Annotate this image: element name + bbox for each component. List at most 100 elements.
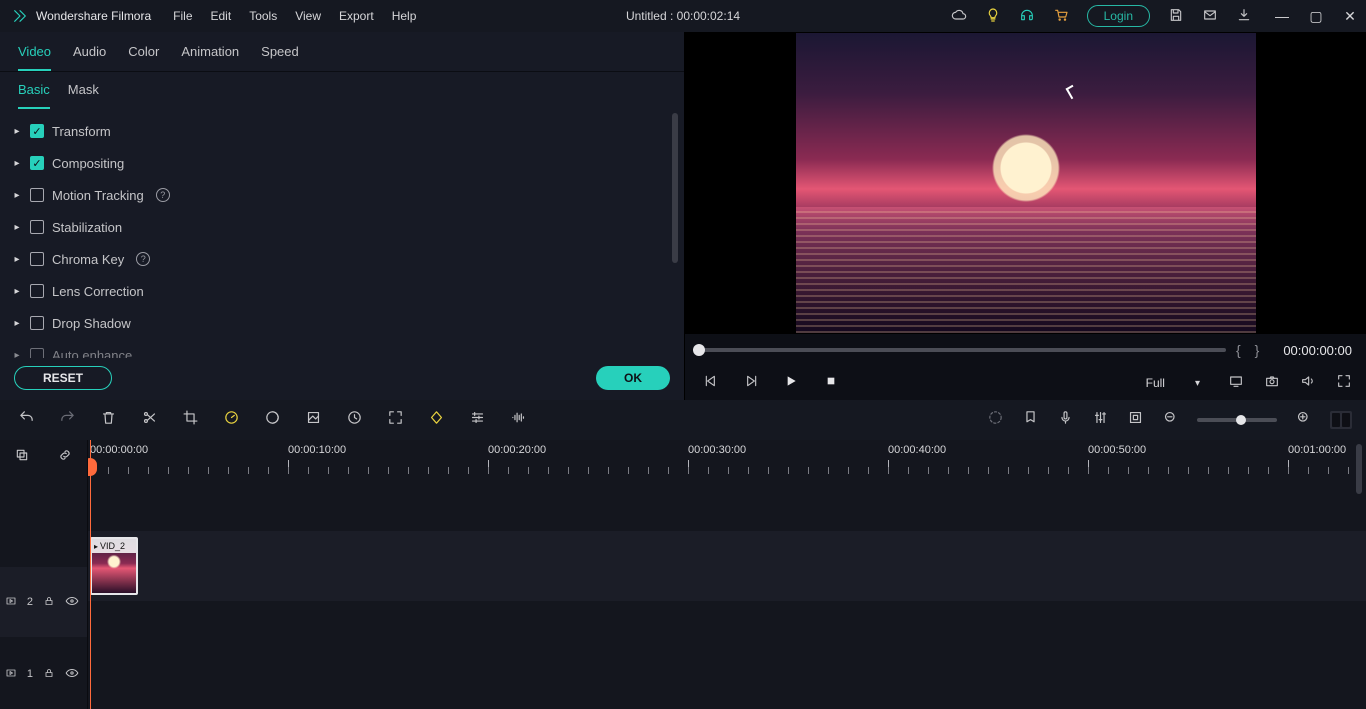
chevron-right-icon[interactable]: ▸ xyxy=(12,222,22,233)
chevron-right-icon[interactable]: ▸ xyxy=(12,350,22,359)
headset-icon[interactable] xyxy=(1019,7,1035,26)
property-row-lens-correction[interactable]: ▸ Lens Correction xyxy=(12,275,672,307)
marker-icon[interactable] xyxy=(1022,409,1039,431)
save-icon[interactable] xyxy=(1168,7,1184,26)
speed-icon[interactable] xyxy=(223,409,240,431)
zoom-in-icon[interactable] xyxy=(1295,409,1312,431)
track-header-1[interactable]: 1 xyxy=(0,639,87,709)
chevron-right-icon[interactable]: ▸ xyxy=(12,158,22,169)
timeline-ruler[interactable]: 00:00:00:00 00:00:10:00 00:00:20:00 00:0… xyxy=(88,440,1366,474)
chevron-right-icon[interactable]: ▸ xyxy=(12,286,22,297)
freeze-frame-icon[interactable] xyxy=(346,409,363,431)
window-minimize-button[interactable]: — xyxy=(1276,10,1288,22)
window-close-button[interactable]: ✕ xyxy=(1344,10,1356,22)
voiceover-icon[interactable] xyxy=(1057,409,1074,431)
duplicate-track-icon[interactable] xyxy=(14,447,30,468)
tab-video[interactable]: Video xyxy=(18,44,51,71)
timeline-track-2[interactable]: VID_2 xyxy=(88,531,1366,601)
menu-export[interactable]: Export xyxy=(339,9,374,23)
cloud-icon[interactable] xyxy=(951,7,967,26)
track-header-2[interactable]: 2 xyxy=(0,567,87,637)
timeline-display-toggle[interactable] xyxy=(1330,411,1352,429)
tab-speed[interactable]: Speed xyxy=(261,44,299,71)
fit-icon[interactable] xyxy=(387,409,404,431)
chevron-right-icon[interactable]: ▸ xyxy=(12,126,22,137)
help-icon[interactable]: ? xyxy=(156,188,170,202)
timeline-clip[interactable]: VID_2 xyxy=(90,537,138,595)
tab-mask[interactable]: Mask xyxy=(68,82,99,109)
checkbox-drop-shadow[interactable] xyxy=(30,316,44,330)
window-maximize-button[interactable]: ▢ xyxy=(1310,10,1322,22)
step-forward-icon[interactable] xyxy=(743,373,759,394)
chevron-right-icon[interactable]: ▸ xyxy=(12,318,22,329)
mail-icon[interactable] xyxy=(1202,7,1218,26)
color-icon[interactable] xyxy=(264,409,281,431)
ok-button[interactable]: OK xyxy=(596,366,670,390)
track-visibility-icon[interactable] xyxy=(65,666,79,683)
menu-edit[interactable]: Edit xyxy=(211,9,232,23)
keyframe-icon[interactable] xyxy=(428,409,445,431)
tab-animation[interactable]: Animation xyxy=(181,44,239,71)
checkbox-lens-correction[interactable] xyxy=(30,284,44,298)
preview-progress-thumb[interactable] xyxy=(693,344,705,356)
menu-view[interactable]: View xyxy=(295,9,321,23)
panel-scrollbar[interactable] xyxy=(672,113,678,263)
bulb-icon[interactable] xyxy=(985,7,1001,26)
menu-file[interactable]: File xyxy=(173,9,192,23)
property-row-drop-shadow[interactable]: ▸ Drop Shadow xyxy=(12,307,672,339)
render-preview-icon[interactable] xyxy=(987,409,1004,431)
volume-icon[interactable] xyxy=(1300,373,1316,394)
reframe-icon[interactable] xyxy=(1127,409,1144,431)
checkbox-chroma-key[interactable] xyxy=(30,252,44,266)
crop-icon[interactable] xyxy=(182,409,199,431)
help-icon[interactable]: ? xyxy=(136,252,150,266)
mark-in-icon[interactable]: { xyxy=(1236,342,1255,358)
split-icon[interactable] xyxy=(141,409,158,431)
mark-out-icon[interactable]: } xyxy=(1255,342,1274,358)
checkbox-motion-tracking[interactable] xyxy=(30,188,44,202)
zoom-slider[interactable] xyxy=(1197,418,1277,422)
audio-waveform-icon[interactable] xyxy=(510,409,527,431)
property-row-compositing[interactable]: ▸ ✓ Compositing xyxy=(12,147,672,179)
checkbox-auto-enhance[interactable] xyxy=(30,348,44,358)
reset-button[interactable]: RESET xyxy=(14,366,112,390)
zoom-slider-thumb[interactable] xyxy=(1236,415,1246,425)
delete-icon[interactable] xyxy=(100,409,117,431)
property-row-stabilization[interactable]: ▸ Stabilization xyxy=(12,211,672,243)
settings-icon[interactable] xyxy=(469,409,486,431)
property-row-auto-enhance[interactable]: ▸ Auto enhance xyxy=(12,339,672,358)
tab-color[interactable]: Color xyxy=(128,44,159,71)
property-row-motion-tracking[interactable]: ▸ Motion Tracking ? xyxy=(12,179,672,211)
link-icon[interactable] xyxy=(57,447,73,468)
tab-basic[interactable]: Basic xyxy=(18,82,50,109)
track-lock-icon[interactable] xyxy=(43,667,55,682)
step-back-icon[interactable] xyxy=(703,373,719,394)
checkbox-stabilization[interactable] xyxy=(30,220,44,234)
tab-audio[interactable]: Audio xyxy=(73,44,106,71)
timeline-track-1[interactable] xyxy=(88,603,1366,673)
detach-preview-icon[interactable] xyxy=(1228,373,1244,394)
menu-help[interactable]: Help xyxy=(392,9,417,23)
preview-quality-select[interactable]: Full ▾ xyxy=(1136,372,1208,394)
property-row-chroma-key[interactable]: ▸ Chroma Key ? xyxy=(12,243,672,275)
stop-icon[interactable] xyxy=(823,373,839,394)
fullscreen-icon[interactable] xyxy=(1336,373,1352,394)
property-row-transform[interactable]: ▸ ✓ Transform xyxy=(12,115,672,147)
crop-zoom-icon[interactable] xyxy=(305,409,322,431)
snapshot-icon[interactable] xyxy=(1264,373,1280,394)
menu-tools[interactable]: Tools xyxy=(249,9,277,23)
timeline-scrollbar[interactable] xyxy=(1356,444,1362,494)
login-button[interactable]: Login xyxy=(1087,5,1150,27)
checkbox-compositing[interactable]: ✓ xyxy=(30,156,44,170)
zoom-out-icon[interactable] xyxy=(1162,409,1179,431)
cart-icon[interactable] xyxy=(1053,7,1069,26)
redo-icon[interactable] xyxy=(59,409,76,431)
mixer-icon[interactable] xyxy=(1092,409,1109,431)
play-icon[interactable] xyxy=(783,373,799,394)
chevron-right-icon[interactable]: ▸ xyxy=(12,190,22,201)
chevron-right-icon[interactable]: ▸ xyxy=(12,254,22,265)
preview-progress-slider[interactable] xyxy=(699,348,1226,352)
checkbox-transform[interactable]: ✓ xyxy=(30,124,44,138)
track-visibility-icon[interactable] xyxy=(65,594,79,611)
undo-icon[interactable] xyxy=(18,409,35,431)
